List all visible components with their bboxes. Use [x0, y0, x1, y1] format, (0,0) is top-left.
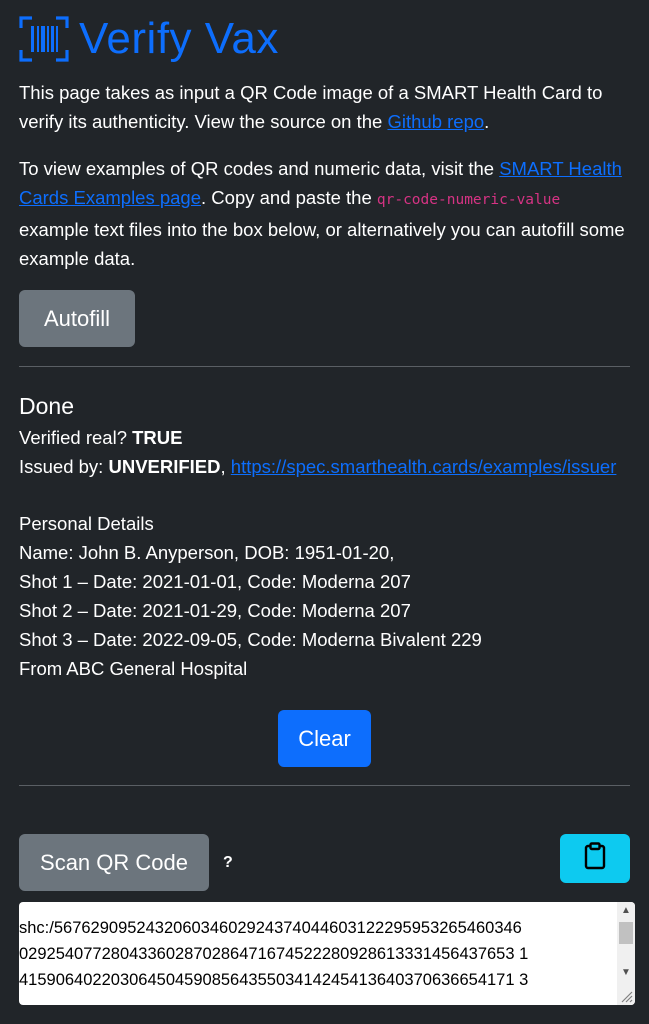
qr-numeric-textarea[interactable]: shc:/56762909524320603460292437404460312…: [19, 902, 635, 1005]
verified-label: Verified real?: [19, 427, 133, 448]
textarea-line: shc:/56762909524320603460292437404460312…: [19, 919, 522, 937]
details-heading: Personal Details: [19, 513, 154, 534]
issuer-link[interactable]: https://spec.smarthealth.cards/examples/…: [231, 456, 617, 477]
examples-paragraph: To view examples of QR codes and numeric…: [19, 154, 630, 273]
textarea-line: 4159064022030645045908564355034142454136…: [19, 971, 529, 989]
examples-mid-text: . Copy and paste the: [201, 187, 377, 208]
intro-paragraph: This page takes as input a QR Code image…: [19, 78, 630, 136]
divider: [19, 785, 630, 786]
issuer-line: Issued by: UNVERIFIED, https://spec.smar…: [19, 452, 630, 481]
textarea-line: 0292540772804336028702864716745222809286…: [19, 945, 529, 963]
clear-row: Clear: [19, 710, 630, 767]
issuer-value: UNVERIFIED: [108, 456, 221, 477]
app-title: Verify Vax: [79, 14, 279, 63]
status-text: Done: [19, 393, 74, 419]
personal-details: Personal Details Name: John B. Anyperson…: [19, 509, 630, 683]
examples-end-text: example text files into the box below, o…: [19, 219, 625, 269]
examples-text: To view examples of QR codes and numeric…: [19, 158, 500, 179]
issuer-separator: ,: [220, 456, 231, 477]
shot-line: Shot 3 – Date: 2022-09-05, Code: Moderna…: [19, 629, 482, 650]
github-link[interactable]: Github repo: [387, 111, 484, 132]
barcode-scan-icon: [19, 15, 69, 63]
verified-line: Verified real? TRUE: [19, 423, 630, 452]
scroll-up-icon[interactable]: ▲: [617, 902, 635, 920]
clipboard-icon: [584, 842, 606, 875]
shot-line: Shot 1 – Date: 2021-01-01, Code: Moderna…: [19, 571, 411, 592]
scan-row: Scan QR Code ?: [19, 834, 630, 892]
issuer-label: Issued by:: [19, 456, 109, 477]
intro-text: This page takes as input a QR Code image…: [19, 82, 603, 132]
divider: [19, 366, 630, 367]
shot-line: Shot 2 – Date: 2021-01-29, Code: Moderna…: [19, 600, 411, 621]
scroll-down-icon[interactable]: ▼: [617, 964, 635, 982]
intro-end: .: [484, 111, 490, 132]
autofill-button[interactable]: Autofill: [19, 290, 135, 347]
name-line: Name: John B. Anyperson, DOB: 1951-01-20…: [19, 542, 395, 563]
scroll-thumb[interactable]: [619, 922, 633, 944]
paste-clipboard-button[interactable]: [560, 834, 630, 883]
verified-value: TRUE: [132, 427, 183, 448]
scan-qr-button[interactable]: Scan QR Code: [19, 834, 209, 891]
clear-button[interactable]: Clear: [278, 710, 371, 767]
page: Verify Vax This page takes as input a QR…: [0, 0, 649, 1024]
textarea-content: shc:/56762909524320603460292437404460312…: [19, 902, 611, 993]
help-link[interactable]: ?: [223, 854, 233, 872]
code-filename: qr-code-numeric-value: [376, 192, 561, 208]
header: Verify Vax: [19, 0, 630, 78]
from-line: From ABC General Hospital: [19, 658, 248, 679]
resize-grip-icon[interactable]: [619, 989, 633, 1003]
